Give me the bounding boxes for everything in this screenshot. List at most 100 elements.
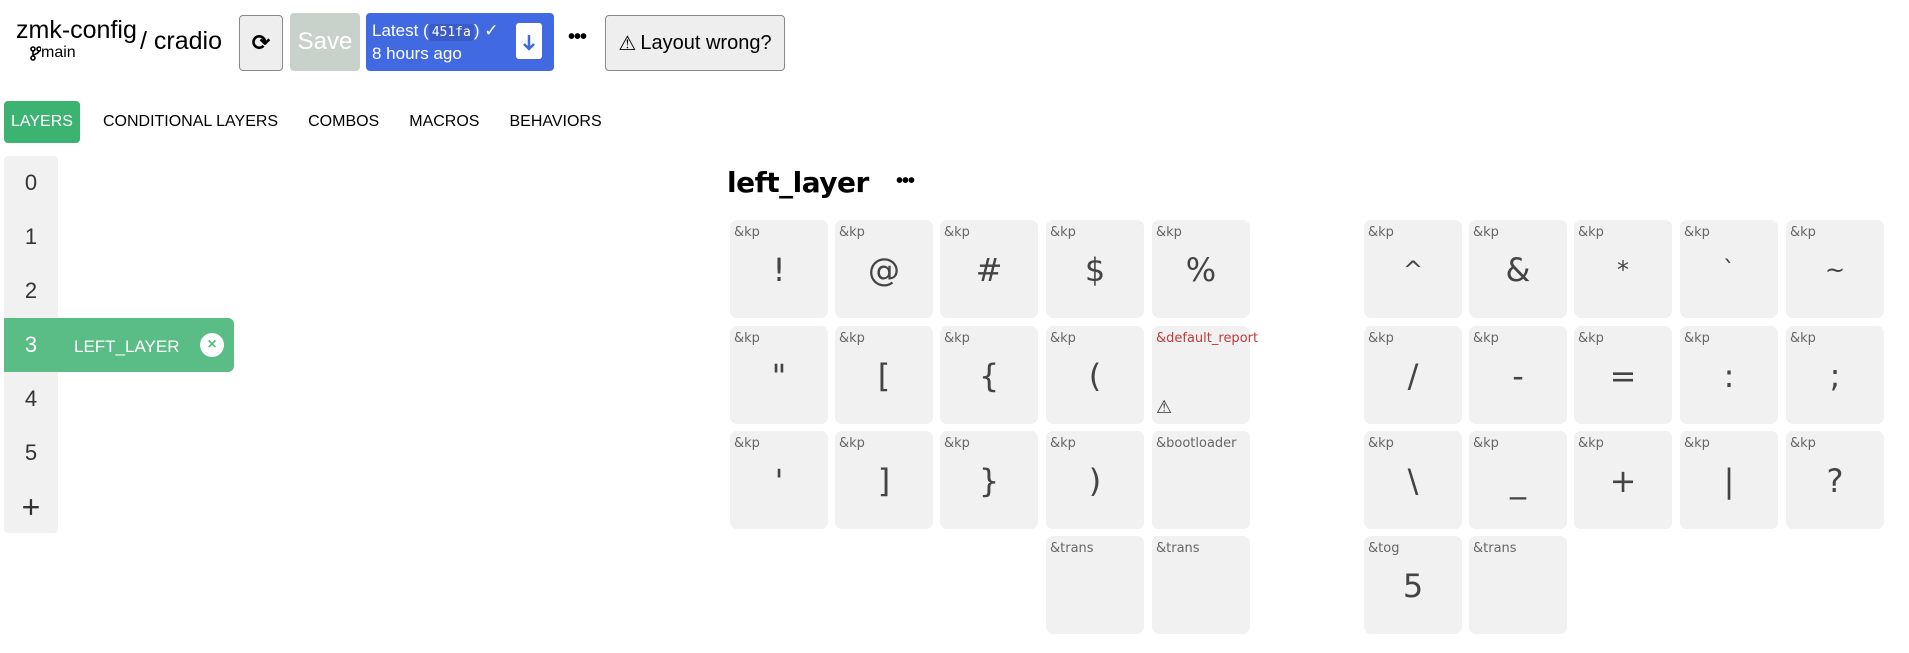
tab-macros[interactable]: MACROS bbox=[394, 101, 494, 143]
key-behavior[interactable]: &kp bbox=[734, 436, 760, 451]
layer-item-0[interactable]: 0 bbox=[4, 156, 58, 210]
save-button[interactable]: Save bbox=[290, 13, 360, 71]
key-param[interactable]: ` bbox=[1680, 250, 1778, 290]
tab-conditional-layers[interactable]: CONDITIONAL LAYERS bbox=[88, 101, 293, 143]
key-param[interactable]: & bbox=[1469, 250, 1567, 290]
refresh-button[interactable]: ⟳ bbox=[239, 15, 283, 71]
key[interactable]: &default_report ⚠ bbox=[1152, 326, 1258, 424]
key[interactable]: &kp * bbox=[1574, 220, 1672, 318]
key-behavior[interactable]: &trans bbox=[1050, 541, 1094, 556]
key-behavior[interactable]: &kp bbox=[1684, 436, 1710, 451]
key[interactable]: &kp \ bbox=[1364, 431, 1462, 529]
key-param[interactable]: 5 bbox=[1364, 566, 1462, 606]
download-file-icon[interactable] bbox=[516, 23, 542, 59]
key-param[interactable]: ~ bbox=[1786, 250, 1884, 290]
key[interactable]: &trans bbox=[1469, 536, 1567, 634]
key[interactable]: &kp ^ bbox=[1364, 220, 1462, 318]
key-behavior[interactable]: &kp bbox=[1578, 225, 1604, 240]
key-param[interactable]: _ bbox=[1469, 461, 1567, 501]
latest-commit-button[interactable]: Latest (451fa) ✓ 8 hours ago bbox=[366, 13, 554, 71]
key[interactable]: &kp! bbox=[730, 220, 828, 318]
key-param[interactable]: ? bbox=[1786, 461, 1884, 501]
key-behavior[interactable]: &kp bbox=[1156, 225, 1182, 240]
layer-item-5[interactable]: 5 bbox=[4, 426, 58, 480]
key[interactable]: &kp + bbox=[1574, 431, 1672, 529]
key-behavior[interactable]: &kp bbox=[1050, 436, 1076, 451]
tab-combos[interactable]: COMBOS bbox=[293, 101, 394, 143]
key-param[interactable]: \ bbox=[1364, 461, 1462, 501]
repo-name[interactable]: zmk-config bbox=[16, 16, 137, 44]
key-param[interactable]: ) bbox=[1046, 461, 1144, 501]
key-param[interactable]: ; bbox=[1786, 356, 1884, 396]
key-param[interactable]: # bbox=[940, 250, 1038, 290]
key-behavior[interactable]: &kp bbox=[1473, 225, 1499, 240]
key-param[interactable]: - bbox=[1469, 356, 1567, 396]
key[interactable]: &kp) bbox=[1046, 431, 1144, 529]
key-behavior[interactable]: &kp bbox=[1684, 225, 1710, 240]
key[interactable]: &kp; bbox=[1786, 326, 1884, 424]
key[interactable]: &kp # bbox=[940, 220, 1038, 318]
key-param[interactable]: | bbox=[1680, 461, 1778, 501]
key-behavior[interactable]: &trans bbox=[1473, 541, 1517, 556]
key[interactable]: &kp & bbox=[1469, 220, 1567, 318]
key-param[interactable]: + bbox=[1574, 461, 1672, 501]
key-param[interactable]: $ bbox=[1046, 250, 1144, 290]
key-behavior[interactable]: &bootloader bbox=[1156, 436, 1237, 451]
key-param[interactable]: / bbox=[1364, 356, 1462, 396]
key-behavior[interactable]: &kp bbox=[944, 436, 970, 451]
tab-behaviors[interactable]: BEHAVIORS bbox=[494, 101, 616, 143]
key[interactable]: &trans bbox=[1152, 536, 1250, 634]
key-param[interactable]: ( bbox=[1046, 356, 1144, 396]
key[interactable]: &kp " bbox=[730, 326, 828, 424]
key-behavior[interactable]: &kp bbox=[1790, 225, 1816, 240]
key-behavior[interactable]: &kp bbox=[1368, 436, 1394, 451]
key-behavior[interactable]: &kp bbox=[1684, 331, 1710, 346]
add-layer-button[interactable]: + bbox=[4, 480, 58, 534]
key[interactable]: &kp / bbox=[1364, 326, 1462, 424]
delete-layer-icon[interactable]: × bbox=[200, 333, 224, 357]
key-behavior[interactable]: &kp bbox=[1790, 436, 1816, 451]
key[interactable]: &kp = bbox=[1574, 326, 1672, 424]
layer-name[interactable]: LEFT_LAYER bbox=[74, 337, 180, 356]
key-behavior[interactable]: &kp bbox=[944, 225, 970, 240]
key-behavior[interactable]: &kp bbox=[1050, 331, 1076, 346]
key-behavior[interactable]: &kp bbox=[1050, 225, 1076, 240]
key-param[interactable]: ^ bbox=[1364, 250, 1462, 290]
key-behavior[interactable]: &kp bbox=[1578, 331, 1604, 346]
key-behavior[interactable]: &kp bbox=[839, 225, 865, 240]
key-param[interactable]: ] bbox=[835, 461, 933, 501]
key-behavior[interactable]: &kp bbox=[734, 225, 760, 240]
layer-item-2[interactable]: 2 bbox=[4, 264, 58, 318]
tab-layers[interactable]: LAYERS bbox=[4, 101, 80, 143]
key-param[interactable]: [ bbox=[835, 356, 933, 396]
layout-wrong-button[interactable]: ⚠ Layout wrong? bbox=[605, 15, 785, 71]
key[interactable]: &kp $ bbox=[1046, 220, 1144, 318]
layer-menu-button[interactable]: ••• bbox=[896, 170, 915, 193]
key[interactable]: &kp% bbox=[1152, 220, 1250, 318]
key[interactable]: &kp ~ bbox=[1786, 220, 1884, 318]
key-param[interactable]: * bbox=[1574, 250, 1672, 290]
layer-item-4[interactable]: 4 bbox=[4, 372, 58, 426]
key-behavior[interactable]: &kp bbox=[839, 436, 865, 451]
key[interactable]: &kp? bbox=[1786, 431, 1884, 529]
key-param[interactable]: = bbox=[1574, 356, 1672, 396]
key[interactable]: &kp ` bbox=[1680, 220, 1778, 318]
key[interactable]: &tog 5 bbox=[1364, 536, 1462, 634]
key[interactable]: &kp @ bbox=[835, 220, 933, 318]
key-behavior[interactable]: &kp bbox=[839, 331, 865, 346]
key-behavior[interactable]: &kp bbox=[944, 331, 970, 346]
key[interactable]: &kp [ bbox=[835, 326, 933, 424]
key-behavior[interactable]: &trans bbox=[1156, 541, 1200, 556]
key-param[interactable]: % bbox=[1152, 250, 1250, 290]
key-param[interactable]: @ bbox=[835, 250, 933, 290]
key-behavior[interactable]: &kp bbox=[1473, 436, 1499, 451]
key-behavior[interactable]: &kp bbox=[1368, 331, 1394, 346]
key-param[interactable]: " bbox=[730, 356, 828, 396]
key-behavior[interactable]: &kp bbox=[1578, 436, 1604, 451]
key[interactable]: &trans bbox=[1046, 536, 1144, 634]
key[interactable]: &kp _ bbox=[1469, 431, 1567, 529]
key-param[interactable]: } bbox=[940, 461, 1038, 501]
more-menu-button[interactable]: ••• bbox=[568, 26, 587, 49]
key[interactable]: &bootloader bbox=[1152, 431, 1250, 529]
layer-item-3[interactable]: 3 LEFT_LAYER × bbox=[4, 318, 234, 372]
